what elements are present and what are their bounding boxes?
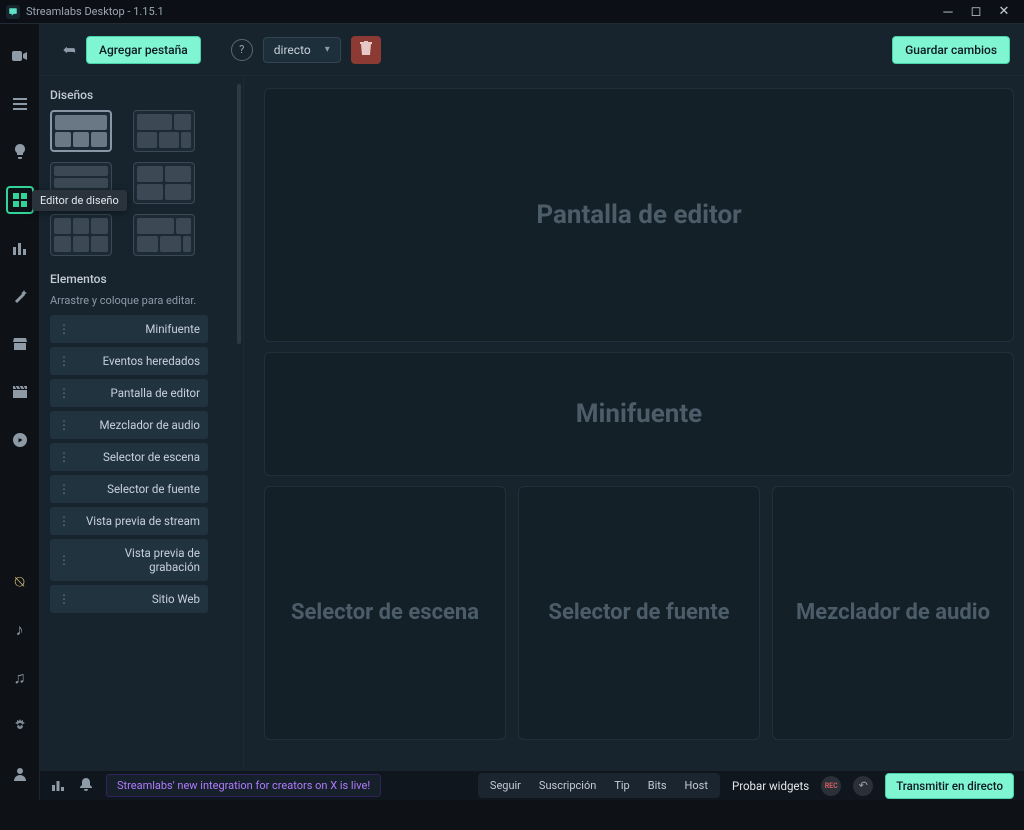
back-arrow-icon[interactable]: ➦: [54, 40, 76, 59]
nav-store[interactable]: [6, 330, 34, 358]
replay-button[interactable]: ↶: [853, 776, 873, 796]
chart-icon: [52, 776, 64, 795]
rail-expand[interactable]: › ›: [0, 430, 40, 443]
bell-icon: [80, 776, 92, 795]
tab-select-value: directo: [274, 43, 311, 57]
trash-icon: [360, 40, 372, 59]
drop-zone-minisource[interactable]: Minifuente: [264, 352, 1014, 476]
elements-hint: Arrastre y coloque para editar.: [50, 294, 241, 307]
nav-link1[interactable]: ⍉: [6, 568, 34, 596]
sidebar: Diseños: [40, 76, 244, 770]
music-icon: ♪: [11, 621, 29, 639]
seg-host[interactable]: Host: [677, 777, 716, 794]
grip-icon: ⋮: [58, 593, 70, 605]
drop-zone-editor[interactable]: Pantalla de editor: [264, 88, 1014, 342]
scrollbar[interactable]: [237, 84, 241, 344]
designs-heading: Diseños: [50, 88, 241, 102]
layout-thumb-5[interactable]: [50, 214, 112, 256]
app-logo-icon: [6, 5, 20, 19]
nav-layout-editor[interactable]: [6, 186, 34, 214]
element-list: ⋮Minifuente ⋮Eventos heredados ⋮Pantalla…: [50, 315, 208, 613]
nav-rail: › › ⍉ ♪ ♫ Editor de diseño: [0, 24, 40, 800]
grid-icon: [11, 191, 29, 209]
chevron-down-icon: ▾: [325, 44, 330, 55]
tooltip-layout-editor: Editor de diseño: [32, 190, 127, 211]
element-item[interactable]: ⋮Selector de escena: [50, 443, 208, 471]
grip-icon: ⋮: [58, 419, 70, 431]
drop-zone-source-selector[interactable]: Selector de fuente: [518, 486, 760, 740]
add-tab-button[interactable]: Agregar pestaña: [86, 36, 201, 64]
question-icon: ?: [239, 43, 244, 56]
drop-zone-scene-selector[interactable]: Selector de escena: [264, 486, 506, 740]
drop-zone-audio-mixer[interactable]: Mezclador de audio: [772, 486, 1014, 740]
save-button[interactable]: Guardar cambios: [892, 36, 1010, 64]
gear-icon: [11, 717, 29, 735]
layout-thumb-4[interactable]: [133, 162, 195, 204]
nav-bulb[interactable]: [6, 138, 34, 166]
user-icon: [11, 765, 29, 783]
nav-wand[interactable]: [6, 282, 34, 310]
bulb-icon: [11, 143, 29, 161]
close-button[interactable]: ✕: [990, 2, 1018, 22]
seg-follow[interactable]: Seguir: [482, 777, 529, 794]
nav-camera[interactable]: [6, 42, 34, 70]
grip-icon: ⋮: [58, 554, 70, 566]
link-icon: ⍉: [11, 573, 29, 591]
element-item[interactable]: ⋮Vista previa de stream: [50, 507, 208, 535]
undo-icon: ↶: [859, 779, 868, 792]
nav-clapper[interactable]: [6, 378, 34, 406]
event-segment: Seguir Suscripción Tip Bits Host: [478, 773, 720, 798]
element-item[interactable]: ⋮Sitio Web: [50, 585, 208, 613]
layout-thumb-2[interactable]: [133, 110, 195, 152]
element-item[interactable]: ⋮Pantalla de editor: [50, 379, 208, 407]
seg-sub[interactable]: Suscripción: [531, 777, 604, 794]
nav-user[interactable]: [6, 760, 34, 788]
music-2-icon: ♫: [11, 669, 29, 687]
footer-notifications-button[interactable]: [78, 778, 94, 794]
window-title: Streamlabs Desktop - 1.15.1: [26, 5, 164, 18]
go-live-button[interactable]: Transmitir en directo: [885, 773, 1014, 799]
bars-icon: [11, 239, 29, 257]
nav-music[interactable]: ♪: [6, 616, 34, 644]
maximize-button[interactable]: ◻: [962, 2, 990, 22]
delete-tab-button[interactable]: [351, 36, 381, 64]
element-item[interactable]: ⋮Eventos heredados: [50, 347, 208, 375]
titlebar: Streamlabs Desktop - 1.15.1 ─ ◻ ✕: [0, 0, 1024, 24]
grip-icon: ⋮: [58, 323, 70, 335]
grip-icon: ⋮: [58, 515, 70, 527]
wand-icon: [11, 287, 29, 305]
nav-bars[interactable]: [6, 234, 34, 262]
news-banner[interactable]: Streamlabs' new integration for creators…: [106, 774, 381, 797]
test-widgets-button[interactable]: Probar widgets: [732, 779, 809, 793]
layout-canvas: Pantalla de editor Minifuente Selector d…: [244, 76, 1024, 770]
nav-settings[interactable]: [6, 712, 34, 740]
grip-icon: ⋮: [58, 451, 70, 463]
seg-tip[interactable]: Tip: [606, 777, 637, 794]
record-button[interactable]: REC: [821, 776, 841, 796]
grip-icon: ⋮: [58, 483, 70, 495]
toolbar: ➦ Agregar pestaña ? directo ▾ Guardar ca…: [40, 24, 1024, 76]
element-item[interactable]: ⋮Mezclador de audio: [50, 411, 208, 439]
footer: Streamlabs' new integration for creators…: [40, 770, 1024, 800]
nav-music-2[interactable]: ♫: [6, 664, 34, 692]
layout-thumb-6[interactable]: [133, 214, 195, 256]
camera-icon: [11, 47, 29, 65]
tab-select[interactable]: directo ▾: [263, 37, 341, 63]
element-item[interactable]: ⋮Selector de fuente: [50, 475, 208, 503]
clapper-icon: [11, 383, 29, 401]
seg-bits[interactable]: Bits: [640, 777, 675, 794]
minimize-button[interactable]: ─: [934, 2, 962, 22]
layout-thumbnails: [50, 110, 206, 256]
layout-thumb-1[interactable]: [50, 110, 112, 152]
store-icon: [11, 335, 29, 353]
list-icon: [11, 95, 29, 113]
grip-icon: ⋮: [58, 355, 70, 367]
nav-list[interactable]: [6, 90, 34, 118]
element-item[interactable]: ⋮Minifuente: [50, 315, 208, 343]
elements-heading: Elementos: [50, 272, 241, 286]
element-item[interactable]: ⋮Vista previa de grabación: [50, 539, 208, 581]
grip-icon: ⋮: [58, 387, 70, 399]
footer-stats-button[interactable]: [50, 778, 66, 794]
help-button[interactable]: ?: [231, 39, 253, 61]
